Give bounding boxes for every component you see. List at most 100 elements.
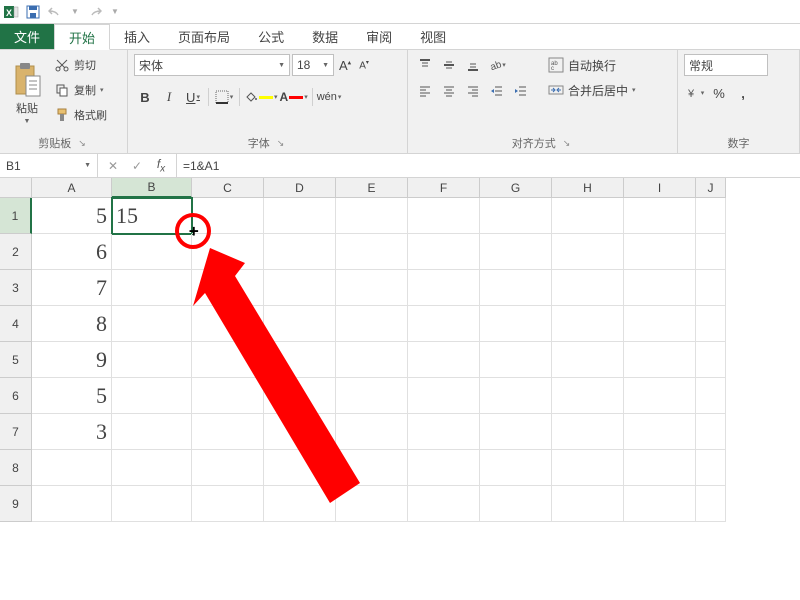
- row-header[interactable]: 7: [0, 414, 32, 450]
- formula-enter-button[interactable]: ✓: [126, 155, 148, 177]
- merge-center-button[interactable]: 合并后居中 ▾: [544, 79, 640, 101]
- cell[interactable]: [408, 234, 480, 270]
- percent-format-button[interactable]: %: [708, 82, 730, 104]
- cell[interactable]: [408, 198, 480, 234]
- cell[interactable]: [480, 378, 552, 414]
- cell[interactable]: [264, 306, 336, 342]
- cell[interactable]: [696, 414, 726, 450]
- cell[interactable]: [336, 450, 408, 486]
- fill-color-button[interactable]: ▾: [244, 86, 278, 108]
- bold-button[interactable]: B: [134, 86, 156, 108]
- column-header[interactable]: A: [32, 178, 112, 198]
- font-color-button[interactable]: A▾: [280, 86, 308, 108]
- column-header[interactable]: C: [192, 178, 264, 198]
- cell[interactable]: [624, 450, 696, 486]
- cell[interactable]: [552, 270, 624, 306]
- cell[interactable]: 8: [32, 306, 112, 342]
- cell[interactable]: [696, 270, 726, 306]
- align-top-button[interactable]: [414, 54, 436, 76]
- cell[interactable]: [552, 342, 624, 378]
- row-header[interactable]: 3: [0, 270, 32, 306]
- cell[interactable]: [408, 342, 480, 378]
- cell[interactable]: [112, 342, 192, 378]
- qat-customize-dropdown[interactable]: ▼: [106, 7, 124, 16]
- wrap-text-button[interactable]: abc 自动换行: [544, 54, 640, 76]
- cell[interactable]: [112, 450, 192, 486]
- cell[interactable]: [624, 198, 696, 234]
- select-all-button[interactable]: [0, 178, 32, 198]
- orientation-button[interactable]: ab▾: [486, 54, 508, 76]
- cell[interactable]: [552, 234, 624, 270]
- cell[interactable]: [696, 378, 726, 414]
- column-header[interactable]: J: [696, 178, 726, 198]
- grow-font-button[interactable]: A▴: [336, 58, 354, 73]
- align-middle-button[interactable]: [438, 54, 460, 76]
- tab-data[interactable]: 数据: [298, 24, 352, 49]
- cell[interactable]: [552, 198, 624, 234]
- qat-undo-dropdown[interactable]: ▼: [66, 7, 84, 16]
- cell[interactable]: [696, 450, 726, 486]
- cell[interactable]: [264, 414, 336, 450]
- cell[interactable]: [192, 270, 264, 306]
- row-header[interactable]: 6: [0, 378, 32, 414]
- font-launcher[interactable]: ↘: [274, 138, 288, 149]
- cell[interactable]: [336, 306, 408, 342]
- cell[interactable]: 5: [32, 378, 112, 414]
- format-painter-button[interactable]: 格式刷: [52, 104, 109, 126]
- tab-pagelayout[interactable]: 页面布局: [164, 24, 244, 49]
- align-left-button[interactable]: [414, 80, 436, 102]
- tab-review[interactable]: 审阅: [352, 24, 406, 49]
- cell[interactable]: [336, 486, 408, 522]
- align-right-button[interactable]: [462, 80, 484, 102]
- column-header[interactable]: G: [480, 178, 552, 198]
- cell[interactable]: [336, 270, 408, 306]
- cell[interactable]: 15: [112, 198, 192, 234]
- cell[interactable]: [480, 198, 552, 234]
- cell[interactable]: [192, 306, 264, 342]
- column-header[interactable]: I: [624, 178, 696, 198]
- row-header[interactable]: 5: [0, 342, 32, 378]
- cut-button[interactable]: 剪切: [52, 54, 109, 76]
- row-header[interactable]: 9: [0, 486, 32, 522]
- qat-undo-button[interactable]: [44, 1, 66, 23]
- cell[interactable]: [696, 306, 726, 342]
- cell[interactable]: [192, 486, 264, 522]
- cell[interactable]: [192, 234, 264, 270]
- cell[interactable]: [624, 342, 696, 378]
- cell[interactable]: [32, 450, 112, 486]
- cell[interactable]: [408, 414, 480, 450]
- font-size-select[interactable]: 18▼: [292, 54, 334, 76]
- cell[interactable]: [192, 450, 264, 486]
- tab-formulas[interactable]: 公式: [244, 24, 298, 49]
- cell[interactable]: [624, 414, 696, 450]
- cell[interactable]: [264, 342, 336, 378]
- cell[interactable]: [408, 306, 480, 342]
- cell[interactable]: [408, 450, 480, 486]
- cell[interactable]: [336, 414, 408, 450]
- copy-button[interactable]: 复制 ▾: [52, 79, 109, 101]
- cell[interactable]: [624, 306, 696, 342]
- cell[interactable]: [264, 270, 336, 306]
- clipboard-launcher[interactable]: ↘: [75, 138, 89, 149]
- align-center-button[interactable]: [438, 80, 460, 102]
- formula-cancel-button[interactable]: ✕: [102, 155, 124, 177]
- cell[interactable]: [408, 486, 480, 522]
- cell[interactable]: 6: [32, 234, 112, 270]
- cell[interactable]: [408, 378, 480, 414]
- align-bottom-button[interactable]: [462, 54, 484, 76]
- cell[interactable]: 7: [32, 270, 112, 306]
- formula-input[interactable]: =1&A1: [177, 154, 800, 177]
- cell[interactable]: [480, 270, 552, 306]
- cell[interactable]: [112, 378, 192, 414]
- qat-redo-button[interactable]: [84, 1, 106, 23]
- cell[interactable]: [552, 378, 624, 414]
- shrink-font-button[interactable]: A▾: [356, 59, 372, 71]
- cell[interactable]: [696, 486, 726, 522]
- cell[interactable]: [264, 378, 336, 414]
- cell[interactable]: [552, 414, 624, 450]
- cell[interactable]: 5: [32, 198, 112, 234]
- cell[interactable]: 9: [32, 342, 112, 378]
- cell[interactable]: [480, 486, 552, 522]
- column-header[interactable]: F: [408, 178, 480, 198]
- comma-format-button[interactable]: ,: [732, 82, 754, 104]
